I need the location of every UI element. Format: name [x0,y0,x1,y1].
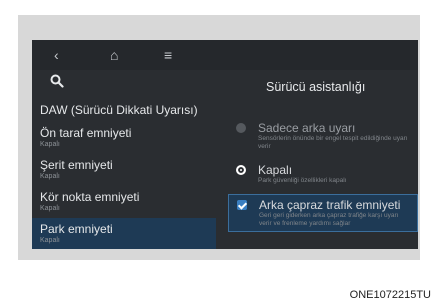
back-arrow-icon[interactable]: ‹ [54,45,59,65]
sidebar-item-status: Kapalı [40,205,60,212]
sidebar-item-label: Şerit emniyeti [40,158,113,172]
sidebar-item-label: Kör nokta emniyeti [40,190,140,204]
option-label: Kapalı [258,163,293,177]
menu-icon[interactable]: ≡ [164,45,172,65]
sidebar-item-lane-safety[interactable]: Şerit emniyeti Kapalı [32,154,216,186]
radio-button-unselected[interactable] [236,123,246,133]
top-nav-bar: ‹ ⌂ ≡ [32,40,418,70]
sidebar-item-blind-spot-safety[interactable]: Kör nokta emniyeti Kapalı [32,186,216,218]
sidebar-item-status: Kapalı [40,237,60,244]
sidebar-item-daw[interactable]: DAW (Sürücü Dikkati Uyarısı) [32,98,216,122]
option-label: Sadece arka uyarı [258,121,356,135]
option-off[interactable]: Kapalı Park güvenliği özellikleri kapalı [228,160,418,188]
sidebar-item-label: DAW (Sürücü Dikkati Uyarısı) [40,103,198,117]
option-rear-cross-traffic-safety[interactable]: Arka çapraz trafik emniyeti Geri geri gi… [228,194,418,232]
search-icon[interactable] [50,74,64,92]
sidebar-item-label: Ön taraf emniyeti [40,126,132,140]
option-description: Geri geri giderken arka çapraz trafiğe k… [259,212,399,227]
radio-button-selected[interactable] [236,165,246,175]
option-description: Park güvenliği özellikleri kapalı [258,177,347,184]
option-rear-warning-only[interactable]: Sadece arka uyarı Sensörlerin önünde bir… [228,118,418,154]
sidebar-item-label: Park emniyeti [40,222,113,236]
sidebar-item-status: Kapalı [40,173,60,180]
settings-sidebar: DAW (Sürücü Dikkati Uyarısı) Ön taraf em… [32,98,216,249]
sidebar-item-status: Kapalı [40,141,60,148]
options-panel: Sadece arka uyarı Sensörlerin önünde bir… [228,118,418,232]
sidebar-item-parking-safety[interactable]: Park emniyeti Kapalı [32,218,216,249]
infotainment-screen: ‹ ⌂ ≡ Sürücü asistanlığı DAW (Sürücü Dik… [32,40,418,249]
home-icon[interactable]: ⌂ [110,45,118,65]
checkbox-checked-icon[interactable] [237,200,247,210]
panel-title: Sürücü asistanlığı [266,80,366,94]
option-label: Arka çapraz trafik emniyeti [259,198,401,212]
option-description: Sensörlerin önünde bir engel tespit edil… [258,135,408,150]
figure-code: ONE1072215TU [349,289,431,301]
sidebar-item-forward-safety[interactable]: Ön taraf emniyeti Kapalı [32,122,216,154]
